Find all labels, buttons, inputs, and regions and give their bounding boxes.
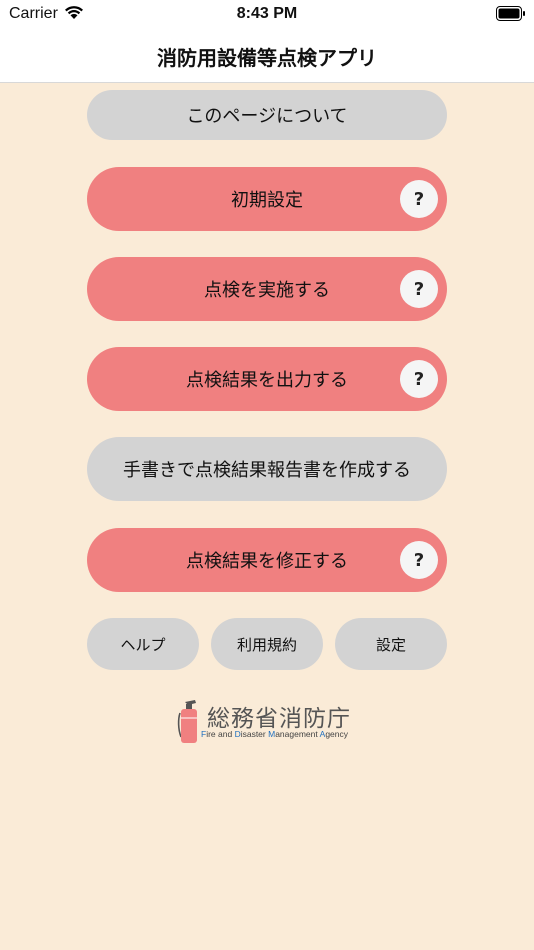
battery-icon [496, 6, 526, 26]
fdma-logo-subtitle: Fire and Disaster Management Agency [201, 729, 348, 739]
initial-setup-help-button[interactable]: ? [400, 180, 438, 218]
handwritten-report-button[interactable]: 手書きで点検結果報告書を作成する [87, 437, 447, 501]
about-page-label: このページについて [186, 106, 348, 127]
output-results-button[interactable]: 点検結果を出力する ? [87, 347, 447, 411]
status-bar: Carrier 8:43 PM [0, 0, 534, 28]
question-mark-icon: ? [413, 278, 425, 300]
perform-inspection-label: 点検を実施する [204, 280, 330, 301]
edit-results-button[interactable]: 点検結果を修正する ? [87, 528, 447, 592]
settings-button[interactable]: 設定 [335, 618, 447, 670]
page-title: 消防用設備等点検アプリ [157, 46, 377, 70]
question-mark-icon: ? [413, 368, 425, 390]
about-page-button[interactable]: このページについて [87, 90, 447, 140]
edit-results-help-button[interactable]: ? [400, 541, 438, 579]
terms-label: 利用規約 [236, 635, 297, 654]
handwritten-report-label: 手書きで点検結果報告書を作成する [123, 460, 411, 481]
initial-setup-button[interactable]: 初期設定 ? [87, 167, 447, 231]
question-mark-icon: ? [413, 188, 425, 210]
terms-button[interactable]: 利用規約 [211, 618, 323, 670]
edit-results-label: 点検結果を修正する [186, 551, 348, 572]
fdma-logo-title: 総務省消防庁 [207, 706, 351, 732]
perform-inspection-button[interactable]: 点検を実施する ? [87, 257, 447, 321]
fire-extinguisher-icon [176, 699, 204, 749]
output-results-help-button[interactable]: ? [400, 360, 438, 398]
help-button[interactable]: ヘルプ [87, 618, 199, 670]
perform-inspection-help-button[interactable]: ? [400, 270, 438, 308]
fdma-logo: 総務省消防庁 Fire and Disaster Management Agen… [176, 699, 366, 745]
help-label: ヘルプ [120, 635, 166, 654]
question-mark-icon: ? [413, 549, 425, 571]
output-results-label: 点検結果を出力する [186, 370, 348, 391]
clock-label: 8:43 PM [236, 5, 298, 22]
settings-label: 設定 [375, 635, 406, 654]
initial-setup-label: 初期設定 [231, 190, 303, 211]
navigation-bar: 消防用設備等点検アプリ [0, 28, 534, 83]
